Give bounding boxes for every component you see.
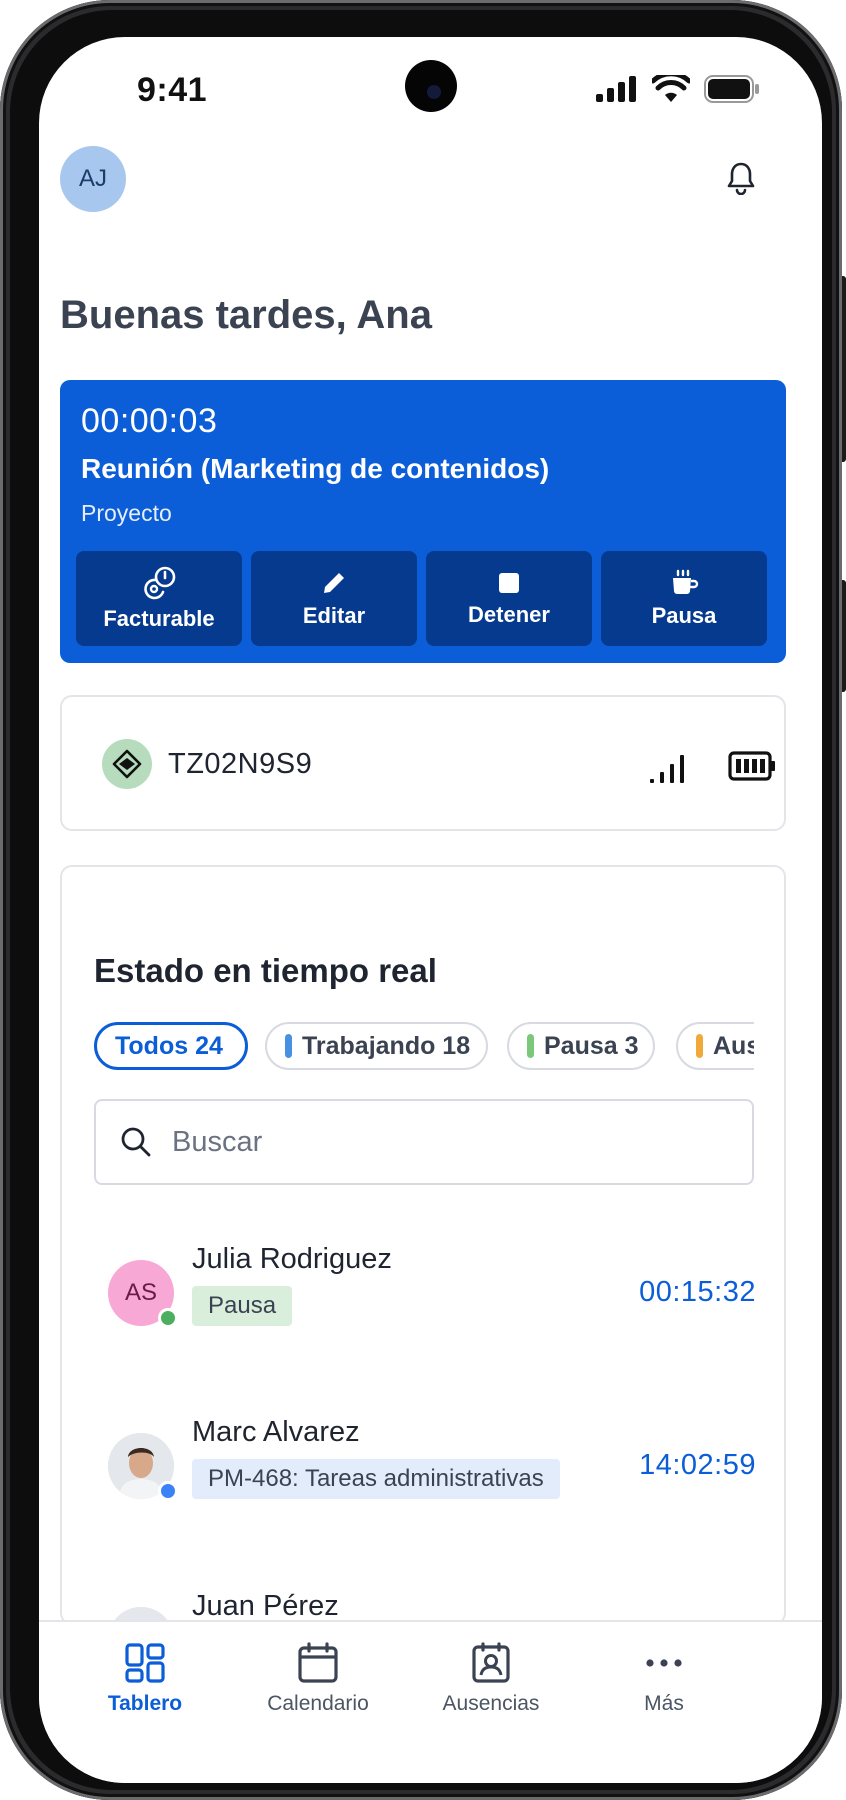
search-icon	[121, 1127, 151, 1157]
nav-label: Calendario	[267, 1692, 369, 1715]
filter-chip-label: Ausente	[713, 1031, 754, 1060]
status-time: 9:41	[137, 71, 208, 109]
user-avatar[interactable]: AJ	[60, 146, 126, 212]
filter-chip-all[interactable]: Todos 24	[94, 1022, 248, 1070]
device-diamond-icon	[102, 739, 152, 789]
timer-activity-type: Proyecto	[81, 500, 172, 526]
bottom-navigation: Tablero Calendario Ausencias Más	[39, 1620, 822, 1783]
presence-dot	[158, 1481, 178, 1501]
calendar-icon	[298, 1642, 338, 1683]
person-row[interactable]: Marc Alvarez PM-468: Tareas administrati…	[62, 1416, 786, 1573]
person-status-tag: Pausa	[192, 1286, 293, 1326]
person-task-tag: PM-468: Tareas administrativas	[192, 1459, 560, 1499]
nav-item-dashboard[interactable]: Tablero	[65, 1642, 225, 1716]
screen: 9:41 AJ Buenas tardes, Ana 00:00:03 Reun…	[39, 37, 822, 1783]
nav-item-calendar[interactable]: Calendario	[238, 1642, 398, 1716]
person-name: Juan Pérez	[192, 1590, 339, 1622]
phone-bezel: 9:41 AJ Buenas tardes, Ana 00:00:03 Reun…	[10, 10, 832, 1790]
absent-color-bar	[696, 1034, 703, 1058]
status-icons	[596, 75, 760, 103]
dashboard-icon	[125, 1643, 165, 1683]
filter-chip-working[interactable]: Trabajando 18	[265, 1022, 488, 1070]
battery-icon	[704, 75, 759, 103]
billable-clock-icon	[144, 566, 176, 599]
filter-chip-pause[interactable]: Pausa 3	[507, 1022, 655, 1070]
timer-elapsed: 00:00:03	[81, 402, 218, 440]
device-card[interactable]: TZ02N9S9	[60, 695, 786, 831]
nav-label: Tablero	[107, 1692, 183, 1715]
coffee-icon	[673, 569, 699, 594]
notifications-bell-icon[interactable]	[726, 161, 756, 200]
filter-chip-label: Trabajando 18	[302, 1031, 471, 1060]
stop-label: Detener	[468, 601, 550, 627]
filter-chip-label: Pausa 3	[544, 1031, 639, 1060]
edit-button[interactable]: Editar	[251, 551, 417, 646]
person-name: Julia Rodriguez	[192, 1243, 392, 1275]
edit-label: Editar	[302, 602, 366, 628]
filter-chip-absent[interactable]: Ausente	[676, 1022, 754, 1070]
device-signal-icon	[650, 755, 684, 783]
pause-button[interactable]: Pausa	[601, 551, 767, 646]
timer-activity-title: Reunión (Marketing de contenidos)	[81, 453, 550, 484]
person-name: Marc Alvarez	[192, 1416, 360, 1448]
nav-label: Más	[644, 1692, 684, 1715]
person-elapsed-time: 14:02:59	[639, 1449, 756, 1481]
cellular-signal-icon	[596, 76, 636, 102]
search-box[interactable]	[94, 1099, 754, 1185]
stop-button[interactable]: Detener	[426, 551, 592, 646]
status-filter-chips: Todos 24 Trabajando 18 Pausa 3 Ausente	[94, 1022, 754, 1072]
billable-button[interactable]: Facturable	[76, 551, 242, 646]
stop-icon	[499, 572, 519, 593]
pencil-icon	[324, 572, 344, 593]
search-input[interactable]	[172, 1125, 732, 1159]
device-id: TZ02N9S9	[168, 748, 313, 780]
front-camera	[405, 60, 457, 112]
presence-dot	[158, 1308, 178, 1328]
realtime-status-title: Estado en tiempo real	[94, 952, 437, 989]
contact-badge-icon	[472, 1642, 510, 1683]
filter-chip-label: Todos 24	[115, 1031, 223, 1060]
greeting-heading: Buenas tardes, Ana	[60, 293, 432, 337]
phone-frame: 9:41 AJ Buenas tardes, Ana 00:00:03 Reun…	[0, 0, 842, 1800]
avatar-initials: AS	[124, 1279, 157, 1306]
wifi-icon	[652, 75, 690, 102]
timer-actions: Facturable Editar Detener Pausa	[76, 551, 767, 646]
person-row[interactable]: AS Julia Rodriguez Pausa 00:15:32	[62, 1243, 786, 1400]
billable-label: Facturable	[103, 605, 215, 631]
nav-item-more[interactable]: Más	[584, 1642, 744, 1716]
pause-label: Pausa	[651, 602, 717, 628]
device-battery-icon	[728, 751, 775, 781]
person-elapsed-time: 00:15:32	[639, 1276, 756, 1308]
pause-color-bar	[527, 1034, 534, 1058]
nav-item-absences[interactable]: Ausencias	[411, 1642, 571, 1716]
more-dots-icon	[646, 1659, 682, 1667]
working-color-bar	[285, 1034, 292, 1058]
nav-label: Ausencias	[442, 1692, 540, 1715]
realtime-status-card: Estado en tiempo real Todos 24 Trabajand…	[60, 865, 786, 1673]
active-timer-card: 00:00:03 Reunión (Marketing de contenido…	[60, 380, 786, 663]
